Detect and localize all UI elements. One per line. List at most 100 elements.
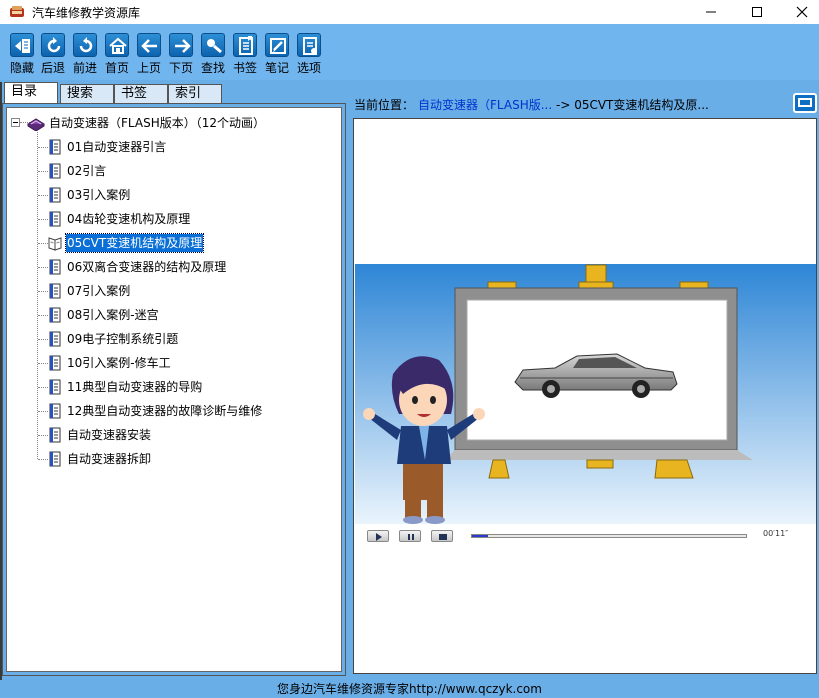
tree-connector xyxy=(38,171,48,172)
tab-index[interactable]: 索引 xyxy=(168,84,222,104)
player-controls: 00′11″ xyxy=(355,524,816,548)
document-icon xyxy=(49,331,61,347)
hide-panel-icon xyxy=(10,33,34,57)
tree-item[interactable]: 自动变速器安装 xyxy=(48,425,338,445)
tree-item-label: 07引入案例 xyxy=(67,284,131,298)
tree-item-label: 自动变速器拆卸 xyxy=(67,452,152,466)
tree-root[interactable]: 自动变速器（FLASH版本）（12个动画） xyxy=(27,113,327,131)
document-icon xyxy=(49,355,61,371)
tree-connector xyxy=(38,243,48,244)
minimize-button[interactable] xyxy=(688,0,734,24)
location-label: 当前位置： xyxy=(354,98,415,112)
document-icon xyxy=(49,427,61,443)
tree-item-label: 自动变速器安装 xyxy=(67,428,152,442)
document-icon xyxy=(49,139,61,155)
tree-item[interactable]: 12典型自动变速器的故障诊断与维修 xyxy=(48,401,338,421)
document-icon xyxy=(49,403,61,419)
tree-item[interactable]: 03引入案例 xyxy=(48,185,338,205)
tab-contents[interactable]: 目录 xyxy=(4,82,58,103)
breadcrumb-link[interactable]: 自动变速器（FLASH版... xyxy=(418,98,552,112)
tab-bookmarks[interactable]: 书签 xyxy=(114,84,168,104)
tree-item-label: 06双离合变速器的结构及原理 xyxy=(67,260,227,274)
tree-item[interactable]: 02引言 xyxy=(48,161,338,181)
tree-item-label: 10引入案例-修车工 xyxy=(67,356,171,370)
minimize-icon xyxy=(706,11,716,13)
tree-connector xyxy=(38,363,48,364)
tree-root-label: 自动变速器（FLASH版本）（12个动画） xyxy=(49,116,265,130)
tree-item[interactable]: 01自动变速器引言 xyxy=(48,137,338,157)
close-button[interactable] xyxy=(779,0,819,24)
progress-fill xyxy=(472,535,489,537)
options-label: 选项 xyxy=(296,61,321,75)
tab-contents-label: 目录 xyxy=(11,84,38,99)
contents-tree[interactable]: 自动变速器（FLASH版本）（12个动画） 01自动变速器引言 02引言 03引入案… xyxy=(6,107,342,672)
progress-slider[interactable] xyxy=(471,534,747,538)
app-icon xyxy=(10,6,24,17)
open-book-icon xyxy=(48,237,62,251)
title-bar: 汽车维修教学资源库 xyxy=(0,0,819,24)
tree-item[interactable]: 04齿轮变速机构及原理 xyxy=(48,209,338,229)
book-icon xyxy=(27,118,45,131)
home-icon xyxy=(105,33,129,57)
tree-item-label: 01自动变速器引言 xyxy=(67,140,167,154)
tree-item[interactable]: 11典型自动变速器的导购 xyxy=(48,377,338,397)
forward-refresh-icon xyxy=(73,33,97,57)
collapse-toggle[interactable] xyxy=(11,118,20,127)
tree-frame: 自动变速器（FLASH版本）（12个动画） 01自动变速器引言 02引言 03引入案… xyxy=(2,103,346,676)
tree-connector xyxy=(38,147,48,148)
tree-item-label: 11典型自动变速器的导购 xyxy=(67,380,203,394)
document-icon xyxy=(49,163,61,179)
tree-item[interactable]: 09电子控制系统引题 xyxy=(48,329,338,349)
tree-item[interactable]: 05CVT变速机结构及原理 xyxy=(48,233,338,253)
pause-button[interactable] xyxy=(399,530,421,542)
back-refresh-icon xyxy=(41,33,65,57)
navigation-panel: 目录 搜索 书签 索引 自动变速器（FLASH版本）（12个动画） 01自动变速… xyxy=(2,82,348,678)
tree-connector xyxy=(38,267,48,268)
stop-icon xyxy=(439,534,447,540)
tree-connector xyxy=(38,387,48,388)
tree-item[interactable]: 08引入案例-迷宫 xyxy=(48,305,338,325)
play-icon xyxy=(376,533,382,541)
tree-item-label: 03引入案例 xyxy=(67,188,131,202)
flash-animation[interactable] xyxy=(355,264,817,524)
arrow-right-icon xyxy=(169,33,193,57)
note-icon xyxy=(265,33,289,57)
document-icon xyxy=(49,211,61,227)
tree-item[interactable]: 07引入案例 xyxy=(48,281,338,301)
maximize-icon xyxy=(752,7,762,17)
status-bar: 您身边汽车维修资源专家http://www.qczyk.com xyxy=(0,680,819,698)
document-icon xyxy=(49,307,61,323)
maximize-button[interactable] xyxy=(734,0,780,24)
breadcrumb-current: 05CVT变速机结构及原... xyxy=(574,98,709,112)
tree-item-label: 05CVT变速机结构及原理 xyxy=(64,233,205,253)
close-icon xyxy=(796,6,808,18)
tab-index-label: 索引 xyxy=(175,86,202,101)
fullscreen-button[interactable] xyxy=(793,93,817,113)
tab-search[interactable]: 搜索 xyxy=(60,84,114,104)
tree-item-label: 08引入案例-迷宫 xyxy=(67,308,159,322)
content-panel: 当前位置：自动变速器（FLASH版... -> 05CVT变速机结构及原... xyxy=(350,82,819,678)
tab-search-label: 搜索 xyxy=(67,86,94,101)
document-icon xyxy=(49,451,61,467)
options-button[interactable]: 选项 xyxy=(293,33,325,77)
tree-item[interactable]: 自动变速器拆卸 xyxy=(48,449,338,469)
document-icon xyxy=(49,379,61,395)
document-icon xyxy=(49,283,61,299)
tree-connector xyxy=(38,219,48,220)
content-viewer: 00′11″ xyxy=(353,118,817,674)
play-button[interactable] xyxy=(367,530,389,542)
tree-connector xyxy=(38,459,48,460)
time-display: 00′11″ xyxy=(763,529,789,538)
monitor-icon xyxy=(798,98,812,107)
options-icon xyxy=(297,33,321,57)
tree-item-label: 04齿轮变速机构及原理 xyxy=(67,212,191,226)
document-icon xyxy=(49,259,61,275)
tree-connector xyxy=(38,339,48,340)
bookmark-icon xyxy=(233,33,257,57)
tree-item-label: 09电子控制系统引题 xyxy=(67,332,179,346)
tree-item[interactable]: 10引入案例-修车工 xyxy=(48,353,338,373)
document-icon xyxy=(49,187,61,203)
tree-item[interactable]: 06双离合变速器的结构及原理 xyxy=(48,257,338,277)
stop-button[interactable] xyxy=(431,530,453,542)
search-icon xyxy=(201,33,225,57)
